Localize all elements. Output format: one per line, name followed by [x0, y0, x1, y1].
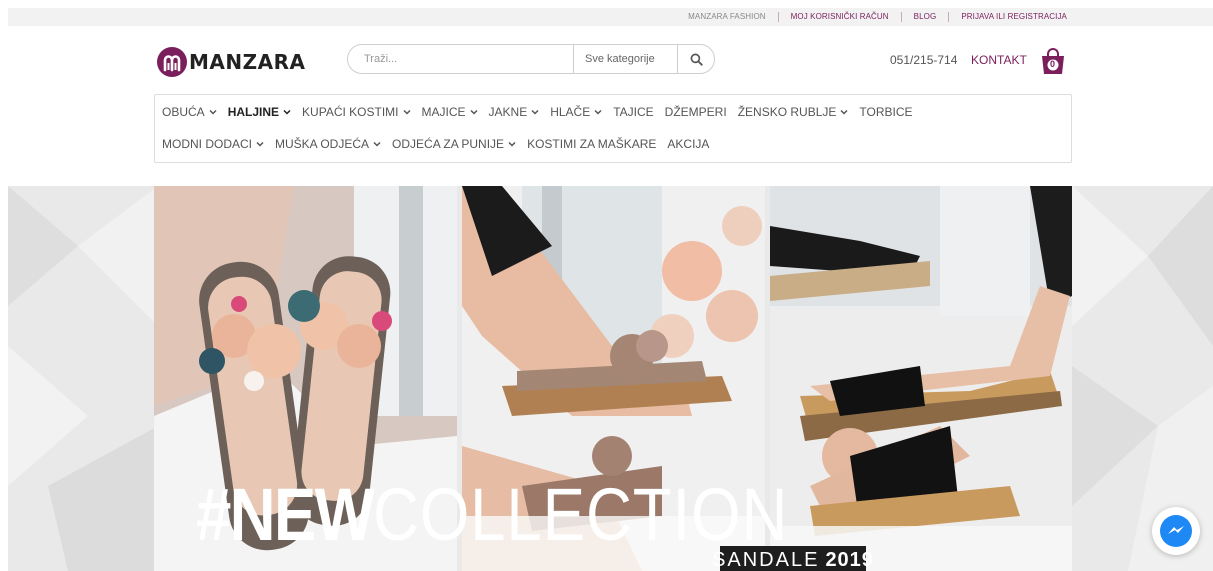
nav-item-label: TAJICE: [613, 105, 654, 119]
nav-item-haljine[interactable]: HALJINE: [228, 105, 291, 119]
search-bar: Sve kategorije: [347, 44, 715, 74]
logo-text: MANZARA: [189, 50, 306, 74]
nav-item-label: KUPAĆI KOSTIMI: [302, 105, 399, 119]
chevron-down-icon: [402, 109, 411, 115]
top-link-blog[interactable]: BLOG: [900, 12, 949, 22]
nav-item-torbice[interactable]: TORBICE: [859, 105, 912, 119]
nav-item-label: MODNI DODACI: [162, 137, 252, 151]
top-link-manzara-fashion[interactable]: MANZARA FASHION: [676, 12, 778, 22]
nav-item-label: MAJICE: [421, 105, 466, 119]
nav-item-label: ODJEĆA ZA PUNIJE: [392, 137, 505, 151]
chevron-down-icon: [508, 141, 516, 147]
nav-item-jakne[interactable]: JAKNE: [489, 105, 540, 119]
nav-item-label: HALJINE: [227, 105, 280, 119]
nav-item-label: AKCIJA: [667, 137, 710, 151]
logo-m-icon: [157, 47, 187, 77]
top-links: MANZARA FASHION MOJ KORISNIČKI RAČUN BLO…: [676, 8, 1067, 26]
chevron-down-icon: [373, 141, 381, 147]
nav-item-žensko-rublje[interactable]: ŽENSKO RUBLJE: [738, 105, 849, 119]
contact-link[interactable]: KONTAKT: [971, 53, 1027, 67]
nav-item-label: JAKNE: [488, 105, 528, 119]
chevron-down-icon: [840, 109, 848, 115]
messenger-chat-button[interactable]: [1152, 507, 1200, 555]
headline-bold: #NEW: [196, 473, 375, 556]
nav-item-akcija[interactable]: AKCIJA: [667, 137, 709, 151]
nav-item-džemperi[interactable]: DŽEMPERI: [665, 105, 727, 119]
nav-item-tajice[interactable]: TAJICE: [613, 105, 653, 119]
search-icon: [690, 53, 703, 66]
chevron-down-icon: [209, 109, 217, 115]
banner-headline: #NEWCOLLECTION: [196, 478, 788, 552]
site-logo[interactable]: MANZARA: [157, 47, 305, 77]
nav-item-label: OBUĆA: [162, 105, 205, 119]
nav-item-label: HLAČE: [550, 105, 591, 119]
cart-button[interactable]: 0: [1040, 47, 1066, 80]
nav-item-obuća[interactable]: OBUĆA: [162, 105, 217, 119]
hero-banner[interactable]: #NEWCOLLECTION SANDALE 2019: [8, 186, 1213, 571]
badge-light-text: SANDALE: [712, 548, 820, 571]
top-link-my-account[interactable]: MOJ KORISNIČKI RAČUN: [777, 12, 901, 22]
nav-item-modni-dodaci[interactable]: MODNI DODACI: [162, 137, 264, 151]
nav-item-muška-odjeća[interactable]: MUŠKA ODJEĆA: [275, 137, 381, 151]
badge-year: 2019: [825, 548, 874, 571]
nav-item-label: ŽENSKO RUBLJE: [737, 105, 837, 119]
nav-row-2: MODNI DODACI MUŠKA ODJEĆA ODJEĆA ZA PUNIJE…: [162, 137, 720, 151]
chevron-down-icon: [531, 109, 539, 115]
nav-item-label: TORBICE: [859, 105, 913, 119]
cart-count: 0: [1050, 59, 1056, 69]
nav-item-odjeća-za-punije[interactable]: ODJEĆA ZA PUNIJE: [392, 137, 516, 151]
phone-number[interactable]: 051/215-714: [890, 53, 957, 67]
nav-item-hlače[interactable]: HLAČE: [550, 105, 602, 119]
nav-row-1: OBUĆA HALJINE KUPAĆI KOSTIMI MAJICE JAKNE HLA…: [162, 105, 924, 119]
collection-badge: SANDALE 2019: [712, 546, 873, 571]
nav-item-majice[interactable]: MAJICE: [422, 105, 478, 119]
nav-item-label: MUŠKA ODJEĆA: [275, 137, 370, 151]
chevron-down-icon: [256, 141, 264, 147]
nav-item-kupaći-kostimi[interactable]: KUPAĆI KOSTIMI: [302, 105, 411, 119]
chevron-down-icon: [283, 109, 291, 115]
messenger-icon: [1160, 515, 1192, 547]
main-navigation: OBUĆA HALJINE KUPAĆI KOSTIMI MAJICE JAKNE HLA…: [154, 94, 1072, 163]
top-bar: MANZARA FASHION MOJ KORISNIČKI RAČUN BLO…: [8, 8, 1213, 26]
headline-light: COLLECTION: [372, 473, 789, 556]
chevron-down-icon: [469, 109, 478, 115]
chevron-down-icon: [594, 109, 602, 115]
top-link-login-register[interactable]: PRIJAVA ILI REGISTRACIJA: [948, 12, 1067, 22]
search-button[interactable]: [677, 45, 714, 73]
nav-item-kostimi-za-maškare[interactable]: KOSTIMI ZA MAŠKARE: [527, 137, 656, 151]
category-select[interactable]: Sve kategorije: [573, 45, 677, 73]
nav-item-label: DŽEMPERI: [664, 105, 727, 119]
banner-photo-black-sandals: [770, 186, 1072, 571]
nav-item-label: KOSTIMI ZA MAŠKARE: [527, 137, 657, 151]
search-input[interactable]: [348, 45, 573, 73]
